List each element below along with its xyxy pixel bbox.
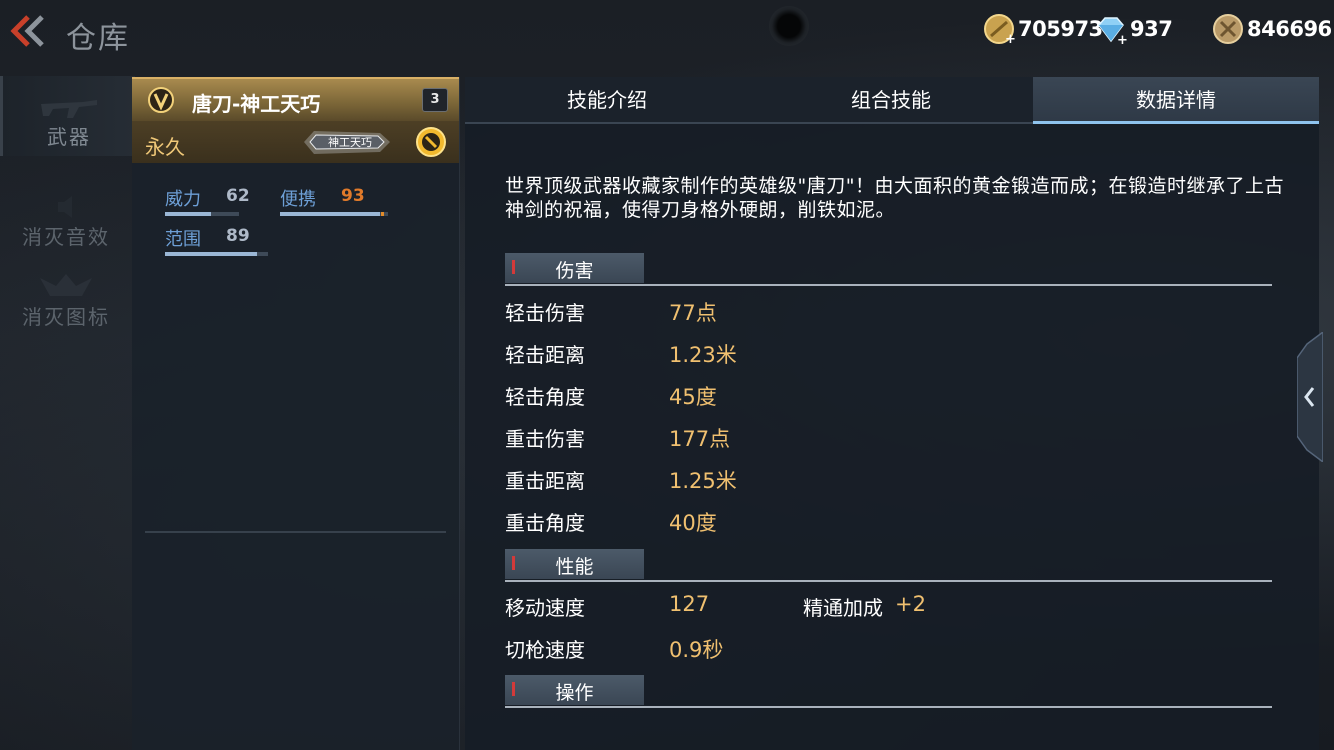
panel-divider: [145, 531, 446, 533]
weapon-header: 唐刀-神工天巧 3 永久 神工天巧: [132, 77, 459, 163]
stat-row-value: 40度: [669, 511, 717, 535]
active-tab-indicator: [1033, 121, 1319, 124]
stat-row-key: 移动速度: [505, 596, 585, 620]
title-badge-text: 神工天巧: [328, 136, 372, 149]
token-coin-icon: [1213, 14, 1243, 44]
stat-range-bar: [165, 252, 268, 256]
mastery-bonus-label: 精通加成: [803, 596, 883, 620]
stat-row-key: 重击伤害: [505, 427, 585, 451]
nav-label-kill-sound: 消灭音效: [22, 225, 110, 249]
side-expand-chevron-icon[interactable]: [1297, 332, 1323, 462]
nav-label-weapons: 武器: [47, 125, 91, 149]
skull-emblem-icon: [40, 274, 92, 296]
nav-item-kill-sound[interactable]: 消灭音效: [0, 176, 132, 256]
stat-range-bar-fill: [165, 252, 257, 256]
stat-row-key: 轻击角度: [505, 385, 585, 409]
nav-item-kill-icon[interactable]: 消灭图标: [0, 256, 132, 336]
token-currency[interactable]: 846696: [1212, 12, 1332, 46]
camera-lens-decor: [769, 6, 809, 46]
stat-row-key: 轻击伤害: [505, 301, 585, 325]
tab-combo-skill[interactable]: 组合技能: [749, 77, 1033, 123]
section-label-operation: 操作: [555, 682, 594, 704]
gold-coin-icon: +: [984, 14, 1015, 45]
sound-icon: [58, 196, 72, 218]
stat-row-value: 45度: [669, 385, 717, 409]
section-label-damage: 伤害: [555, 260, 594, 282]
token-amount: 846696: [1247, 17, 1332, 41]
tab-bar: 技能介绍 组合技能 数据详情: [465, 77, 1319, 123]
stat-row-key: 轻击距离: [505, 343, 585, 367]
section-divider-line: [505, 284, 1272, 286]
weapon-description: 世界顶级武器收藏家制作的英雄级"唐刀"！由大面积的黄金锻造而成；在锻造时继承了上…: [505, 175, 1284, 221]
stat-portability-label: 便携: [280, 189, 316, 210]
category-nav: 武器 消灭音效 消灭图标: [0, 76, 135, 750]
stat-power-value: 62: [226, 186, 250, 206]
stat-row-key: 重击距离: [505, 469, 585, 493]
tab-skill-intro[interactable]: 技能介绍: [465, 77, 749, 123]
tab-data-details[interactable]: 数据详情: [1033, 77, 1319, 123]
back-chevron-icon[interactable]: [6, 14, 46, 48]
stat-row-value: 1.25米: [669, 469, 737, 493]
weapon-duration: 永久: [145, 135, 185, 159]
section-header-performance: 性能: [505, 549, 1272, 583]
weapon-level-badge: 3: [422, 88, 448, 112]
nav-label-kill-icon: 消灭图标: [22, 305, 110, 329]
section-header-operation: 操作: [505, 675, 1272, 709]
stat-range-label: 范围: [165, 229, 201, 250]
diamond-icon: +: [1098, 17, 1127, 45]
stat-row-value: 1.23米: [669, 343, 737, 367]
rifle-icon: [41, 100, 97, 118]
top-bar: 仓库 + 705973 + 937 846696: [0, 0, 1334, 62]
diamond-amount: 937: [1130, 17, 1173, 41]
stat-portability-value: 93: [341, 186, 365, 206]
weapon-name: 唐刀-神工天巧: [192, 92, 321, 116]
gold-amount: 705973: [1018, 17, 1103, 41]
diamond-currency[interactable]: + 937: [1095, 12, 1173, 46]
stat-row-value: 77点: [669, 301, 717, 325]
stat-range-value: 89: [226, 226, 250, 246]
vip-v-icon: [148, 87, 174, 113]
stat-row-key: 切枪速度: [505, 638, 585, 662]
stat-portability-bar-tip: [381, 212, 384, 216]
stat-power-label: 威力: [165, 189, 201, 210]
stat-portability: 便携 93: [280, 185, 388, 216]
stat-row-value: 0.9秒: [669, 638, 724, 662]
stat-portability-bar-fill: [280, 212, 381, 216]
svg-text:+: +: [1117, 33, 1127, 45]
stat-power: 威力 62: [165, 185, 250, 216]
stat-range: 范围 89: [165, 225, 268, 256]
gold-currency[interactable]: + 705973: [983, 12, 1103, 46]
section-divider-line: [505, 580, 1272, 582]
stat-power-bar-fill: [165, 212, 211, 216]
section-header-damage: 伤害: [505, 253, 1272, 287]
section-label-performance: 性能: [555, 556, 594, 578]
mastery-bonus-value: +2: [895, 592, 926, 616]
stat-row-key: 重击角度: [505, 511, 585, 535]
nav-item-weapons[interactable]: 武器: [0, 76, 135, 156]
svg-text:+: +: [1005, 32, 1015, 45]
stat-portability-bar: [280, 212, 388, 216]
stat-power-bar: [165, 212, 239, 216]
detail-panel: 技能介绍 组合技能 数据详情 世界顶级武器收藏家制作的英雄级"唐刀"！由大面积的…: [465, 77, 1319, 750]
stat-row-value: 127: [669, 592, 710, 616]
section-divider-line: [505, 706, 1272, 708]
skill-slot-icon[interactable]: [415, 126, 447, 158]
page-title: 仓库: [66, 21, 130, 56]
weapon-info-panel: 唐刀-神工天巧 3 永久 神工天巧 威力 62 便携 93 范围 89: [132, 77, 460, 750]
stat-row-value: 177点: [669, 427, 731, 451]
